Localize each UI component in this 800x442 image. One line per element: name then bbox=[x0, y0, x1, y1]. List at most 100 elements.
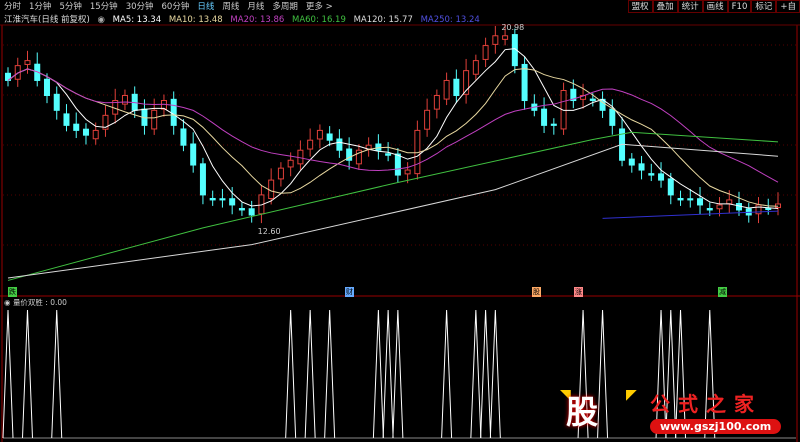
candle-down bbox=[209, 197, 216, 201]
candle-down bbox=[248, 208, 255, 216]
candle-down bbox=[687, 198, 694, 201]
candle-up bbox=[287, 159, 294, 168]
signal-spike bbox=[51, 309, 63, 439]
stock-title: 江淮汽车(日线 前复权) bbox=[4, 15, 90, 25]
candle-down bbox=[550, 123, 557, 126]
candle-down bbox=[73, 123, 80, 131]
candle-down bbox=[199, 163, 206, 196]
candle-down bbox=[677, 197, 684, 201]
candle-up bbox=[726, 199, 733, 205]
candle-down bbox=[697, 198, 704, 206]
settings-icon: ◉ bbox=[4, 298, 13, 307]
candle-up bbox=[502, 35, 509, 40]
candle-up bbox=[433, 95, 440, 110]
high-price-label: 20.98 bbox=[501, 23, 524, 32]
period-tab[interactable]: 日线 bbox=[197, 2, 214, 12]
sub-indicator-title: ◉ 量价双胜 : 0.00 bbox=[4, 297, 67, 308]
event-marker[interactable]: 股 bbox=[532, 287, 541, 297]
period-tab[interactable]: 更多 > bbox=[306, 2, 333, 12]
ma20-line bbox=[7, 68, 779, 183]
ma60-value: MA60: 16.19 bbox=[292, 15, 346, 25]
tool-button[interactable]: F10 bbox=[727, 0, 752, 13]
candle-down bbox=[53, 93, 60, 111]
signal-spike bbox=[392, 309, 404, 439]
horn-icon: ◤ bbox=[626, 387, 637, 403]
signal-spike bbox=[382, 309, 394, 439]
event-marker[interactable]: 减 bbox=[718, 287, 727, 297]
event-marker[interactable]: 跌 bbox=[8, 287, 17, 297]
ma5-value: MA5: 13.34 bbox=[112, 15, 162, 25]
candle-down bbox=[394, 153, 401, 176]
candle-down bbox=[589, 98, 596, 102]
ma250-value: MA250: 13.24 bbox=[420, 15, 480, 25]
low-price-label: 12.60 bbox=[258, 227, 281, 236]
ma60-line bbox=[7, 131, 779, 281]
period-tab[interactable]: 周线 bbox=[222, 2, 239, 12]
tool-button[interactable]: +自 bbox=[776, 0, 800, 13]
candle-down bbox=[521, 63, 528, 102]
logo-char: 股 bbox=[566, 393, 599, 431]
period-tab[interactable]: 30分钟 bbox=[126, 2, 154, 12]
signal-spike bbox=[304, 309, 316, 439]
candle-up bbox=[443, 79, 450, 100]
period-tab[interactable]: 1分钟 bbox=[29, 2, 51, 12]
candle-down bbox=[375, 143, 382, 151]
period-tab[interactable]: 60分钟 bbox=[162, 2, 190, 12]
candle-up bbox=[151, 109, 158, 130]
signal-spike bbox=[2, 309, 14, 439]
ma120-line bbox=[7, 143, 779, 279]
period-toolbar: 分时 1分钟 5分钟 15分钟 30分钟 60分钟 日线 周线 月线 多周期 更多 > 盟权 叠加 统计… bbox=[0, 0, 800, 13]
candle-down bbox=[609, 108, 616, 126]
signal-spike bbox=[21, 309, 33, 439]
ma10-line bbox=[7, 68, 779, 207]
logo-name: 公式之家 bbox=[650, 392, 762, 416]
candle-down bbox=[453, 78, 460, 97]
event-marker[interactable]: 财 bbox=[345, 287, 354, 297]
tool-button[interactable]: 统计 bbox=[677, 0, 703, 13]
candle-up bbox=[492, 35, 499, 45]
candle-up bbox=[277, 167, 284, 180]
period-tab[interactable]: 5分钟 bbox=[59, 2, 81, 12]
period-tab[interactable]: 分时 bbox=[4, 2, 21, 12]
candle-down bbox=[82, 128, 89, 136]
tool-button[interactable]: 画线 bbox=[702, 0, 728, 13]
ma10-value: MA10: 13.48 bbox=[168, 15, 223, 25]
signal-spike bbox=[489, 309, 501, 439]
settings-icon[interactable]: ◉ bbox=[98, 15, 105, 25]
candle-up bbox=[424, 109, 431, 130]
tool-button[interactable]: 标记 bbox=[751, 0, 777, 13]
logo-url: www.gszj100.com bbox=[650, 419, 782, 434]
candle-down bbox=[541, 108, 548, 126]
candle-up bbox=[472, 60, 479, 75]
watermark-logo: ◥ ◤ 股 公式之家 www.gszj100.com bbox=[558, 383, 798, 442]
candle-down bbox=[765, 208, 772, 211]
period-tab[interactable]: 月线 bbox=[247, 2, 264, 12]
kline-chart[interactable]: 20.98 12.60 bbox=[0, 0, 800, 442]
ma120-value: MA120: 15.77 bbox=[353, 15, 413, 25]
candle-up bbox=[482, 45, 489, 60]
event-marker[interactable]: 涨 bbox=[574, 287, 583, 297]
tool-button[interactable]: 盟权 bbox=[627, 0, 653, 13]
signal-spike bbox=[372, 309, 384, 439]
candle-up bbox=[24, 60, 31, 65]
candle-up bbox=[268, 179, 275, 199]
candle-down bbox=[219, 198, 226, 201]
candle-down bbox=[628, 158, 635, 166]
period-tabs: 分时 1分钟 5分钟 15分钟 30分钟 60分钟 日线 周线 月线 多周期 更多 > bbox=[0, 0, 337, 12]
sub-indicator-value: 量价双胜 : 0.00 bbox=[12, 298, 67, 307]
candle-down bbox=[190, 143, 197, 166]
period-tab[interactable]: 多周期 bbox=[272, 2, 298, 12]
tool-button[interactable]: 叠加 bbox=[652, 0, 678, 13]
candle-down bbox=[229, 198, 236, 206]
ma20-value: MA20: 13.86 bbox=[230, 15, 285, 25]
candle-down bbox=[706, 208, 713, 211]
candle-down bbox=[336, 138, 343, 151]
candle-down bbox=[667, 178, 674, 196]
candle-up bbox=[92, 129, 99, 140]
period-tab[interactable]: 15分钟 bbox=[90, 2, 118, 12]
candle-down bbox=[385, 153, 392, 156]
candle-up bbox=[316, 129, 323, 140]
candle-down bbox=[658, 173, 665, 181]
candle-down bbox=[326, 133, 333, 141]
candle-up bbox=[121, 95, 128, 105]
